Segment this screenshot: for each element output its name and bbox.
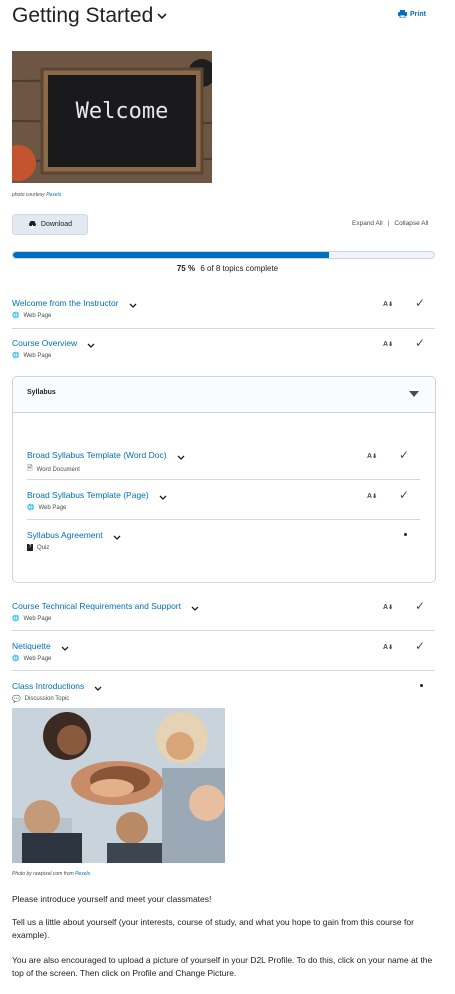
photo-caption: Photo by rawpixel.com from Pexels xyxy=(12,871,91,877)
topic-row[interactable]: Welcome from the Instructor 🌐 Web Page xyxy=(12,297,435,319)
chevron-down-icon[interactable] xyxy=(191,606,199,612)
topic-link[interactable]: Class Introductions xyxy=(12,681,84,691)
welcome-board-text: Welcome xyxy=(76,99,169,124)
pexels-link[interactable]: Pexels xyxy=(46,192,61,198)
checkmark-icon: ✓ xyxy=(415,336,426,350)
chevron-down-icon[interactable] xyxy=(87,343,95,349)
topic-type: Web Page xyxy=(38,504,67,511)
incomplete-dot-icon xyxy=(404,533,407,536)
globe-icon: 🌐 xyxy=(27,505,35,511)
chevron-down-icon[interactable] xyxy=(113,535,121,541)
topic-row[interactable]: Class Introductions 💬 Discussion Topic xyxy=(12,680,435,703)
divider xyxy=(27,479,420,480)
download-button[interactable]: Download xyxy=(12,214,88,235)
printer-icon xyxy=(398,10,407,18)
page-title: Getting Started xyxy=(12,4,154,27)
hero-caption: photo courtesy Pexels xyxy=(12,192,62,198)
globe-icon: 🌐 xyxy=(12,616,20,622)
topic-type: Quiz xyxy=(37,544,50,551)
topic-link[interactable]: Course Overview xyxy=(12,338,77,348)
welcome-image: Welcome xyxy=(12,51,212,183)
checkmark-icon: ✓ xyxy=(399,488,410,502)
progress-count: 6 of 8 topics complete xyxy=(200,264,279,273)
topic-type: Word Document xyxy=(36,466,80,473)
progress-bar-fill xyxy=(13,252,329,258)
hands-together-photo xyxy=(12,708,225,863)
topic-type: Discussion Topic xyxy=(24,696,70,702)
text-size-icon[interactable]: A⬇ xyxy=(383,604,393,611)
topic-link[interactable]: Welcome from the Instructor xyxy=(12,298,119,308)
checkmark-icon: ✓ xyxy=(415,639,426,653)
globe-icon: 🌐 xyxy=(12,656,20,662)
chevron-down-icon[interactable] xyxy=(129,303,137,309)
topic-type: Web Page xyxy=(23,615,52,622)
chevron-down-icon[interactable] xyxy=(159,495,167,501)
topic-link[interactable]: Broad Syllabus Template (Word Doc) xyxy=(27,450,167,460)
expand-all-link[interactable]: Expand All xyxy=(352,220,383,227)
globe-icon: 🌐 xyxy=(12,313,20,319)
progress-summary: 75 % 6 of 8 topics complete xyxy=(0,264,455,273)
collapse-all-link[interactable]: Collapse All xyxy=(394,220,428,227)
checkmark-icon: ✓ xyxy=(399,448,410,462)
text-size-icon[interactable]: A⬇ xyxy=(383,644,393,651)
expand-collapse-links: Expand All | Collapse All xyxy=(352,220,428,227)
topic-row[interactable]: Netiquette 🌐 Web Page xyxy=(12,640,435,662)
progress-percent: 75 % xyxy=(176,264,196,273)
divider xyxy=(27,519,420,520)
checkmark-icon: ✓ xyxy=(415,599,426,613)
topic-row[interactable]: Broad Syllabus Template (Page) 🌐 Web Page xyxy=(27,489,420,511)
text-size-icon[interactable]: A⬇ xyxy=(367,453,377,460)
text-size-icon[interactable]: A⬇ xyxy=(383,301,393,308)
topic-row[interactable]: Broad Syllabus Template (Word Doc) 🗎 Word… xyxy=(27,449,420,475)
chevron-down-icon[interactable] xyxy=(94,686,102,692)
globe-icon: 🌐 xyxy=(12,353,20,359)
module-title: Syllabus xyxy=(27,389,56,396)
divider xyxy=(12,670,435,671)
chevron-down-icon[interactable] xyxy=(157,13,167,20)
print-button[interactable]: Print xyxy=(398,10,426,18)
intro-paragraph: Tell us a little about yourself (your in… xyxy=(12,917,414,940)
separator: | xyxy=(387,220,390,227)
checkmark-icon: ✓ xyxy=(415,296,426,310)
topic-link[interactable]: Broad Syllabus Template (Page) xyxy=(27,490,149,500)
topic-type: Web Page xyxy=(23,655,52,662)
text-size-icon[interactable]: A⬇ xyxy=(383,341,393,348)
document-icon: 🗎 xyxy=(27,465,33,472)
topic-link[interactable]: Netiquette xyxy=(12,641,51,651)
topic-type: Web Page xyxy=(23,352,52,359)
topic-row[interactable]: Course Technical Requirements and Suppor… xyxy=(12,600,435,622)
incomplete-dot-icon xyxy=(420,684,423,687)
intro-paragraph: You are also encouraged to upload a pict… xyxy=(12,955,433,978)
topic-type: Web Page xyxy=(23,312,52,319)
divider xyxy=(12,630,435,631)
topic-row[interactable]: Syllabus Agreement ? Quiz xyxy=(27,529,420,551)
module-header[interactable]: Syllabus xyxy=(13,377,435,413)
text-size-icon[interactable]: A⬇ xyxy=(367,493,377,500)
topic-link[interactable]: Syllabus Agreement xyxy=(27,530,103,540)
progress-bar xyxy=(12,251,435,259)
download-icon xyxy=(28,220,36,229)
divider xyxy=(12,328,435,329)
pexels-link[interactable]: Pexels xyxy=(75,871,90,877)
print-label: Print xyxy=(410,10,426,18)
download-label: Download xyxy=(40,221,73,228)
chevron-down-icon[interactable] xyxy=(61,646,69,652)
caret-down-icon[interactable] xyxy=(409,391,419,397)
quiz-icon: ? xyxy=(27,544,33,551)
topic-row[interactable]: Course Overview 🌐 Web Page xyxy=(12,337,435,359)
topic-link[interactable]: Course Technical Requirements and Suppor… xyxy=(12,601,181,611)
intro-paragraph: Please introduce yourself and meet your … xyxy=(12,894,212,904)
chevron-down-icon[interactable] xyxy=(177,455,185,461)
discussion-icon: 💬 xyxy=(12,696,21,703)
